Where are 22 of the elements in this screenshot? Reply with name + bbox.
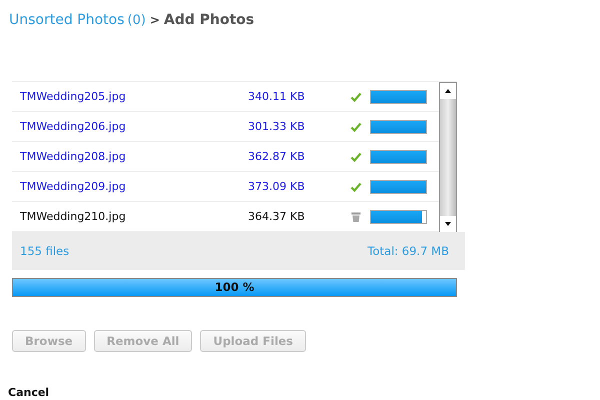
scroll-up-icon[interactable] xyxy=(440,83,456,99)
file-count: 155 files xyxy=(20,244,70,258)
scrollbar[interactable] xyxy=(439,82,457,233)
photo-count: (0) xyxy=(127,13,146,28)
file-size: 373.09 KB xyxy=(248,180,306,193)
total-size: Total: 69.7 MB xyxy=(368,244,449,258)
file-name: TMWedding206.jpg xyxy=(19,120,127,133)
file-name: TMWedding208.jpg xyxy=(19,150,127,163)
file-size: 301.33 KB xyxy=(248,120,306,133)
trash-icon[interactable] xyxy=(350,210,362,222)
file-name: TMWedding210.jpg xyxy=(19,210,127,223)
cancel-link[interactable]: Cancel xyxy=(8,386,50,399)
progress-label: 100 % xyxy=(214,280,256,294)
file-size: 340.11 KB xyxy=(248,90,306,103)
scroll-down-icon[interactable] xyxy=(440,216,456,232)
file-size: 364.37 KB xyxy=(248,210,306,223)
breadcrumb-separator: > xyxy=(150,13,160,27)
file-name: TMWedding205.jpg xyxy=(19,90,127,103)
file-size: 362.87 KB xyxy=(248,150,306,163)
file-name: TMWedding209.jpg xyxy=(19,180,127,193)
page-title: Add Photos xyxy=(164,12,254,28)
breadcrumb-link[interactable]: Unsorted Photos xyxy=(9,12,124,28)
